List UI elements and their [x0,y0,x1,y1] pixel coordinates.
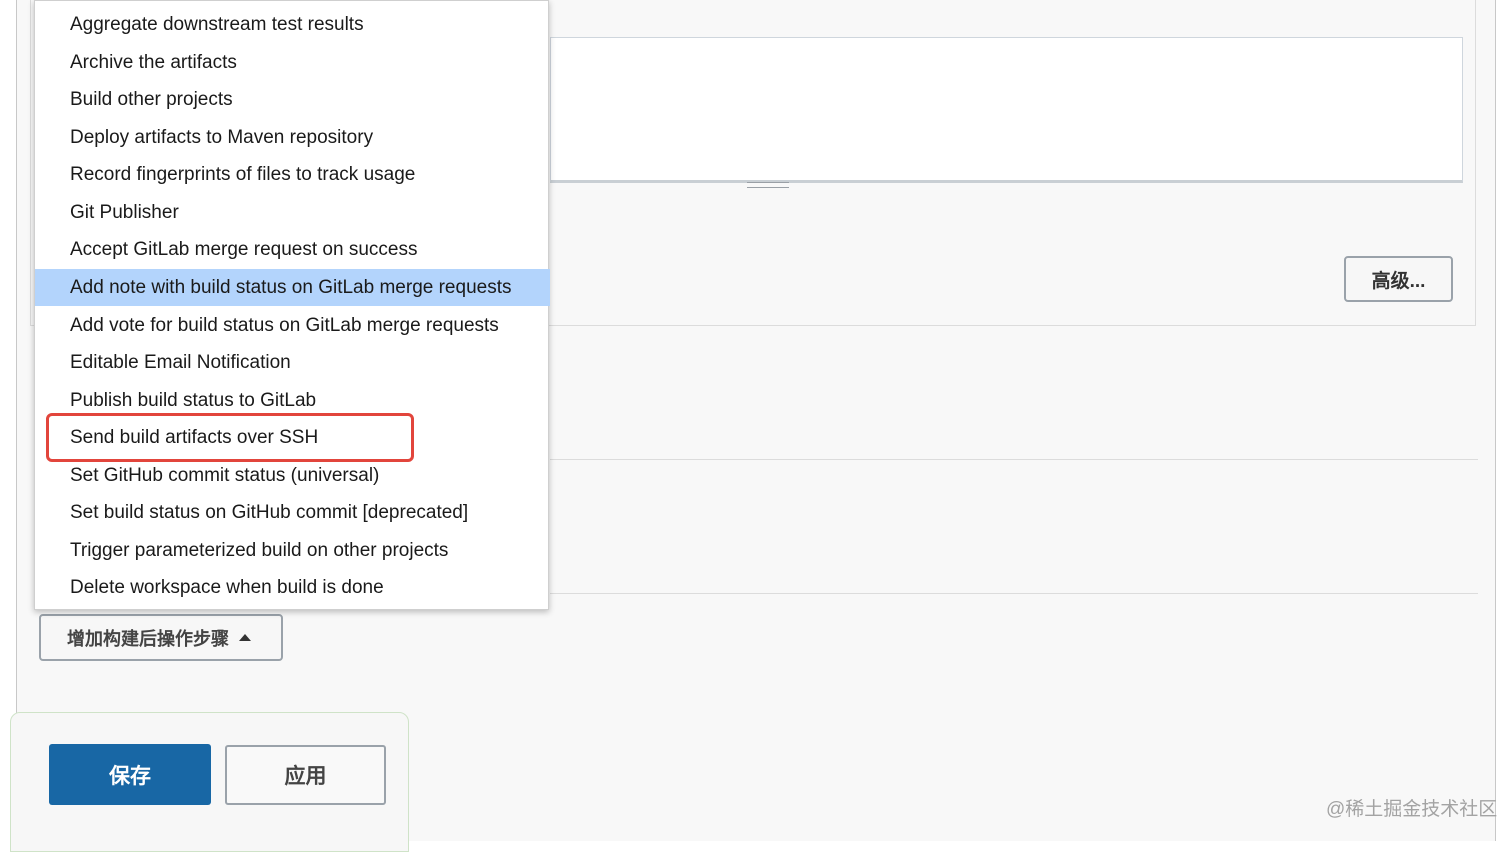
menu-item[interactable]: Deploy artifacts to Maven repository [35,119,550,156]
post-build-action-menu: Aggregate downstream test results Archiv… [34,0,550,610]
menu-item[interactable]: Build other projects [35,81,550,118]
menu-item[interactable]: Archive the artifacts [35,44,550,81]
menu-item-selected[interactable]: Add note with build status on GitLab mer… [35,269,550,306]
add-post-build-step-button[interactable]: 增加构建后操作步骤 [39,614,283,661]
section-divider [550,459,1478,460]
menu-item[interactable]: Accept GitLab merge request on success [35,231,550,268]
menu-item[interactable]: Editable Email Notification [35,344,550,381]
textarea-resize-grip[interactable] [747,182,789,188]
advanced-button[interactable]: 高级... [1344,256,1453,302]
watermark: @稀土掘金技术社区 [1326,799,1498,820]
menu-item[interactable]: Set GitHub commit status (universal) [35,457,550,494]
menu-item[interactable]: Record fingerprints of files to track us… [35,156,550,193]
menu-item[interactable]: Set build status on GitHub commit [depre… [35,494,550,531]
add-step-label: 增加构建后操作步骤 [67,628,229,649]
menu-item[interactable]: Delete workspace when build is done [35,569,550,606]
menu-item[interactable]: Trigger parameterized build on other pro… [35,532,550,569]
script-textarea[interactable] [550,37,1463,183]
caret-up-icon [239,634,251,641]
menu-item[interactable]: Add vote for build status on GitLab merg… [35,307,550,344]
annotation-highlight-box [46,413,414,462]
menu-item[interactable]: Git Publisher [35,194,550,231]
save-button[interactable]: 保存 [49,744,211,805]
menu-item[interactable]: Aggregate downstream test results [35,6,550,43]
apply-button[interactable]: 应用 [225,745,386,805]
section-divider [550,593,1478,594]
